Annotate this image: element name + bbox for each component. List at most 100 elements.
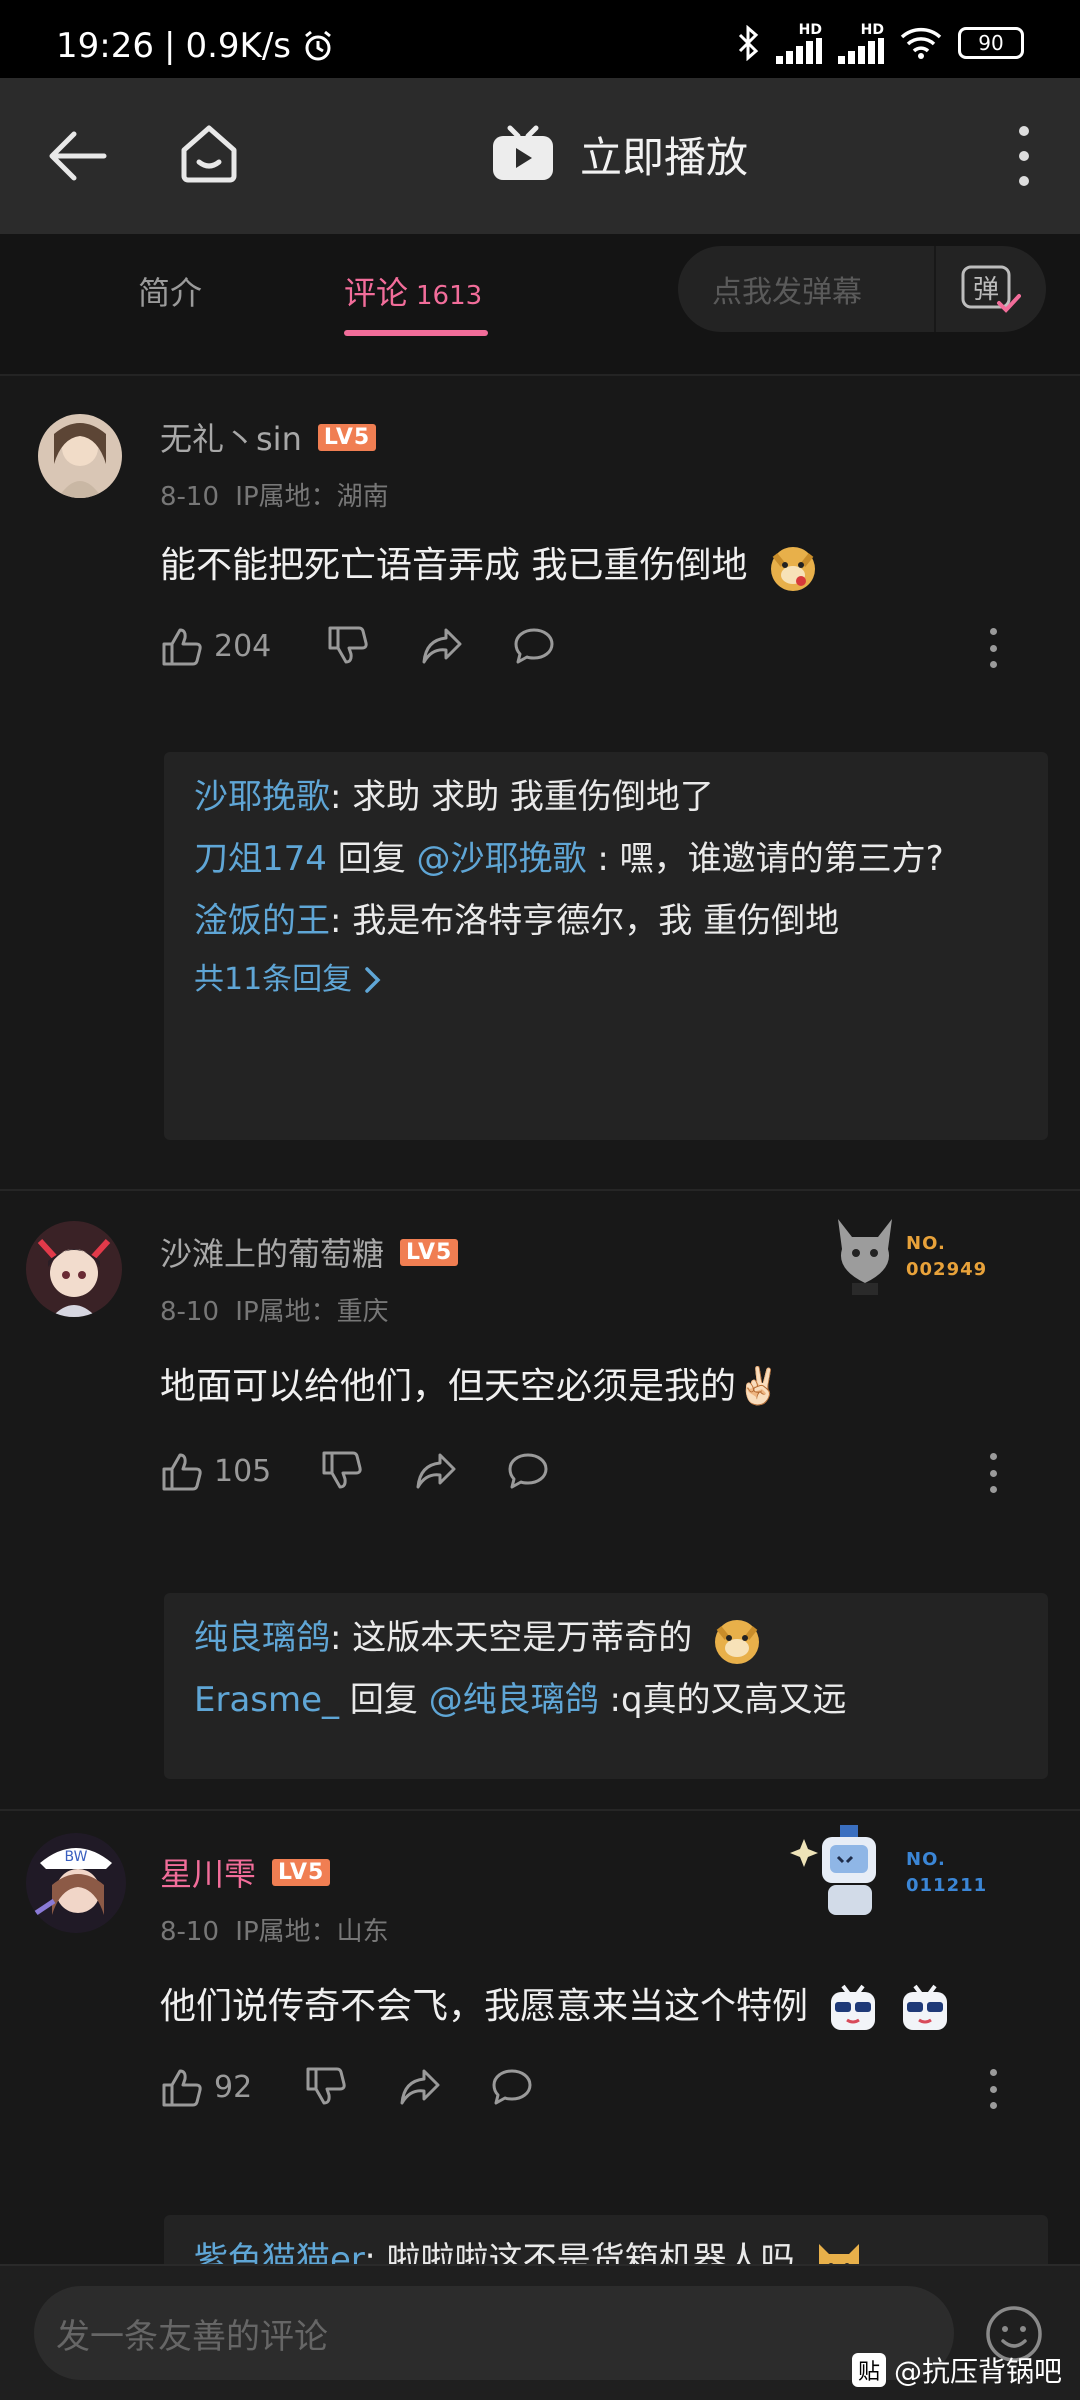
comment-actions: 105: [160, 1449, 1000, 1499]
reply-item[interactable]: 沙耶挽歌: 求助 求助 我重伤倒地了: [194, 766, 1018, 828]
reply-username[interactable]: 沙耶挽歌: [194, 777, 330, 817]
back-arrow-icon[interactable]: [48, 130, 108, 182]
reply-item[interactable]: 刀俎174 回复 @沙耶挽歌 : 嘿，谁邀请的第三方?: [194, 828, 1018, 890]
like-count: 105: [214, 1453, 272, 1489]
avatar[interactable]: [38, 414, 122, 498]
like-button[interactable]: 105: [160, 1449, 271, 1493]
comment-username[interactable]: 沙滩上的葡萄糖 LV5: [160, 1229, 459, 1275]
view-all-replies-link[interactable]: 共11条回复: [194, 952, 1018, 1008]
reply-button[interactable]: [490, 2065, 534, 2109]
watermark-logo: 贴: [851, 2353, 886, 2387]
tv-mascot-sunglasses-icon: [902, 1984, 947, 2030]
status-bar: 19:26 | 0.9K/s HD HD 90: [0, 0, 1080, 78]
comment-more-icon[interactable]: [990, 628, 1000, 668]
reply-text: : 我是布洛特亨德尔，我 重伤倒地: [330, 901, 840, 941]
fan-medal[interactable]: NO. 002949: [830, 1209, 1010, 1309]
cell-signal-icon: [838, 38, 884, 64]
hd-label-1: HD: [798, 22, 822, 38]
comment-actions: 92: [160, 2065, 1000, 2115]
like-button[interactable]: 204: [160, 624, 271, 668]
wolf-mascot-icon: [838, 1219, 892, 1295]
share-button[interactable]: [414, 1449, 458, 1493]
reply-button[interactable]: [512, 624, 556, 668]
avatar[interactable]: [26, 1221, 122, 1317]
more-options-icon[interactable]: [1016, 126, 1032, 186]
comment-text: 能不能把死亡语音弄成 我已重伤倒地: [160, 536, 819, 593]
like-button[interactable]: 92: [160, 2065, 252, 2109]
reply-word: 回复: [339, 1680, 429, 1720]
fan-medal[interactable]: NO. 011211: [790, 1819, 1030, 1919]
share-button[interactable]: [420, 624, 464, 668]
comment-input-placeholder[interactable]: 发一条友善的评论: [56, 2309, 328, 2358]
reply-username[interactable]: Erasme_: [194, 1680, 339, 1720]
reply-username[interactable]: 纯良璃鸽: [194, 1618, 330, 1658]
comment-meta: 8-10 IP属地：湖南: [160, 476, 389, 513]
medal-number: 002949: [906, 1259, 988, 1280]
reply-mention[interactable]: @纯良璃鸽: [429, 1680, 599, 1720]
comment-ip: IP属地：重庆: [235, 1297, 389, 1327]
tab-intro[interactable]: 简介: [138, 268, 202, 314]
medal-label: NO. 011211: [906, 1847, 987, 1899]
play-now-button[interactable]: 立即播放: [490, 122, 748, 186]
danmaku-toggle-icon[interactable]: 弹: [936, 246, 1044, 332]
reply-item[interactable]: 纯良璃鸽: 这版本天空是万蒂奇的: [194, 1607, 1018, 1669]
dislike-button[interactable]: [304, 2065, 348, 2109]
comment-input[interactable]: 发一条友善的评论: [34, 2286, 954, 2380]
danmaku-input[interactable]: 点我发弹幕 弹: [678, 246, 1046, 332]
dislike-button[interactable]: [326, 624, 370, 668]
share-button[interactable]: [398, 2065, 442, 2109]
thumbs-down-icon: [322, 1451, 362, 1489]
comment-date: 8-10: [160, 1917, 220, 1947]
reply-item[interactable]: Erasme_ 回复 @纯良璃鸽 :q真的又高又远: [194, 1669, 1018, 1731]
status-separator: |: [163, 26, 176, 66]
robot-mascot-icon: [790, 1825, 876, 1915]
level-badge: LV5: [317, 423, 377, 451]
home-icon[interactable]: [178, 122, 240, 184]
bluetooth-icon: [738, 25, 759, 61]
status-time: 19:26: [56, 26, 154, 66]
comment-more-icon[interactable]: [990, 1453, 1000, 1493]
username-text[interactable]: 无礼丶sin: [160, 414, 302, 460]
comment-more-icon[interactable]: [990, 2069, 1000, 2109]
level-badge: LV5: [400, 1238, 459, 1266]
share-icon: [416, 1453, 456, 1489]
username-text[interactable]: 沙滩上的葡萄糖: [160, 1229, 384, 1275]
reply-item[interactable]: 淦饭的王: 我是布洛特亨德尔，我 重伤倒地: [194, 890, 1018, 952]
thumbs-up-icon: [162, 1453, 202, 1491]
username-text[interactable]: 星川雫: [160, 1849, 256, 1895]
danmaku-placeholder[interactable]: 点我发弹幕: [678, 267, 934, 311]
reply-text: : 啦啦啦这不是货箱机器人吗: [364, 2240, 795, 2264]
doge-emoji-icon: [715, 1619, 760, 1664]
alarm-icon: [305, 30, 331, 61]
reply-preview[interactable]: 沙耶挽歌: 求助 求助 我重伤倒地了 刀俎174 回复 @沙耶挽歌 : 嘿，谁邀…: [164, 752, 1048, 1140]
signal-1: HD: [776, 22, 822, 64]
medal-label: NO. 002949: [906, 1231, 987, 1283]
comment-username[interactable]: 无礼丶sin LV5: [160, 414, 377, 460]
reply-preview[interactable]: 紫色猫猫er: 啦啦啦这不是货箱机器人吗: [164, 2215, 1048, 2264]
tab-comments[interactable]: 评论 1613: [344, 268, 482, 314]
medal-number: 011211: [906, 1875, 988, 1896]
like-count: 204: [214, 628, 272, 664]
thumbs-down-icon: [306, 2067, 346, 2105]
like-count: 92: [214, 2069, 253, 2105]
reply-username[interactable]: 紫色猫猫er: [194, 2240, 364, 2264]
reply-total-text[interactable]: 共11条回复: [194, 952, 352, 1008]
status-right: HD HD 90: [736, 22, 1024, 64]
reply-item[interactable]: 紫色猫猫er: 啦啦啦这不是货箱机器人吗: [194, 2229, 1018, 2264]
comment-username[interactable]: 星川雫 LV5: [160, 1849, 331, 1895]
reply-username[interactable]: 刀俎174: [194, 839, 327, 879]
comment-text: 地面可以给他们，但天空必须是我的✌🏻: [160, 1357, 781, 1409]
reply-word: 回复: [326, 839, 417, 879]
reply-button[interactable]: [506, 1449, 550, 1493]
reply-preview[interactable]: 纯良璃鸽: 这版本天空是万蒂奇的 Erasme_ 回复 @纯良璃鸽 :q真的又高…: [164, 1593, 1048, 1779]
avatar[interactable]: BW: [26, 1833, 126, 1933]
comment-item: 沙滩上的葡萄糖 LV5 8-10 IP属地：重庆 NO. 002949 地面可以…: [0, 1191, 1080, 1811]
reply-username[interactable]: 淦饭的王: [194, 901, 330, 941]
comment-text-value: 地面可以给他们，但天空必须是我的✌🏻: [160, 1366, 781, 1407]
comment-actions: 204: [160, 624, 1000, 674]
comment-feed[interactable]: 无礼丶sin LV5 8-10 IP属地：湖南 能不能把死亡语音弄成 我已重伤倒…: [0, 376, 1080, 2264]
reply-mention[interactable]: @沙耶挽歌: [417, 839, 587, 879]
reply-text: :q真的又高又远: [598, 1680, 847, 1720]
medal-no: NO.: [906, 1233, 946, 1254]
dislike-button[interactable]: [320, 1449, 364, 1493]
